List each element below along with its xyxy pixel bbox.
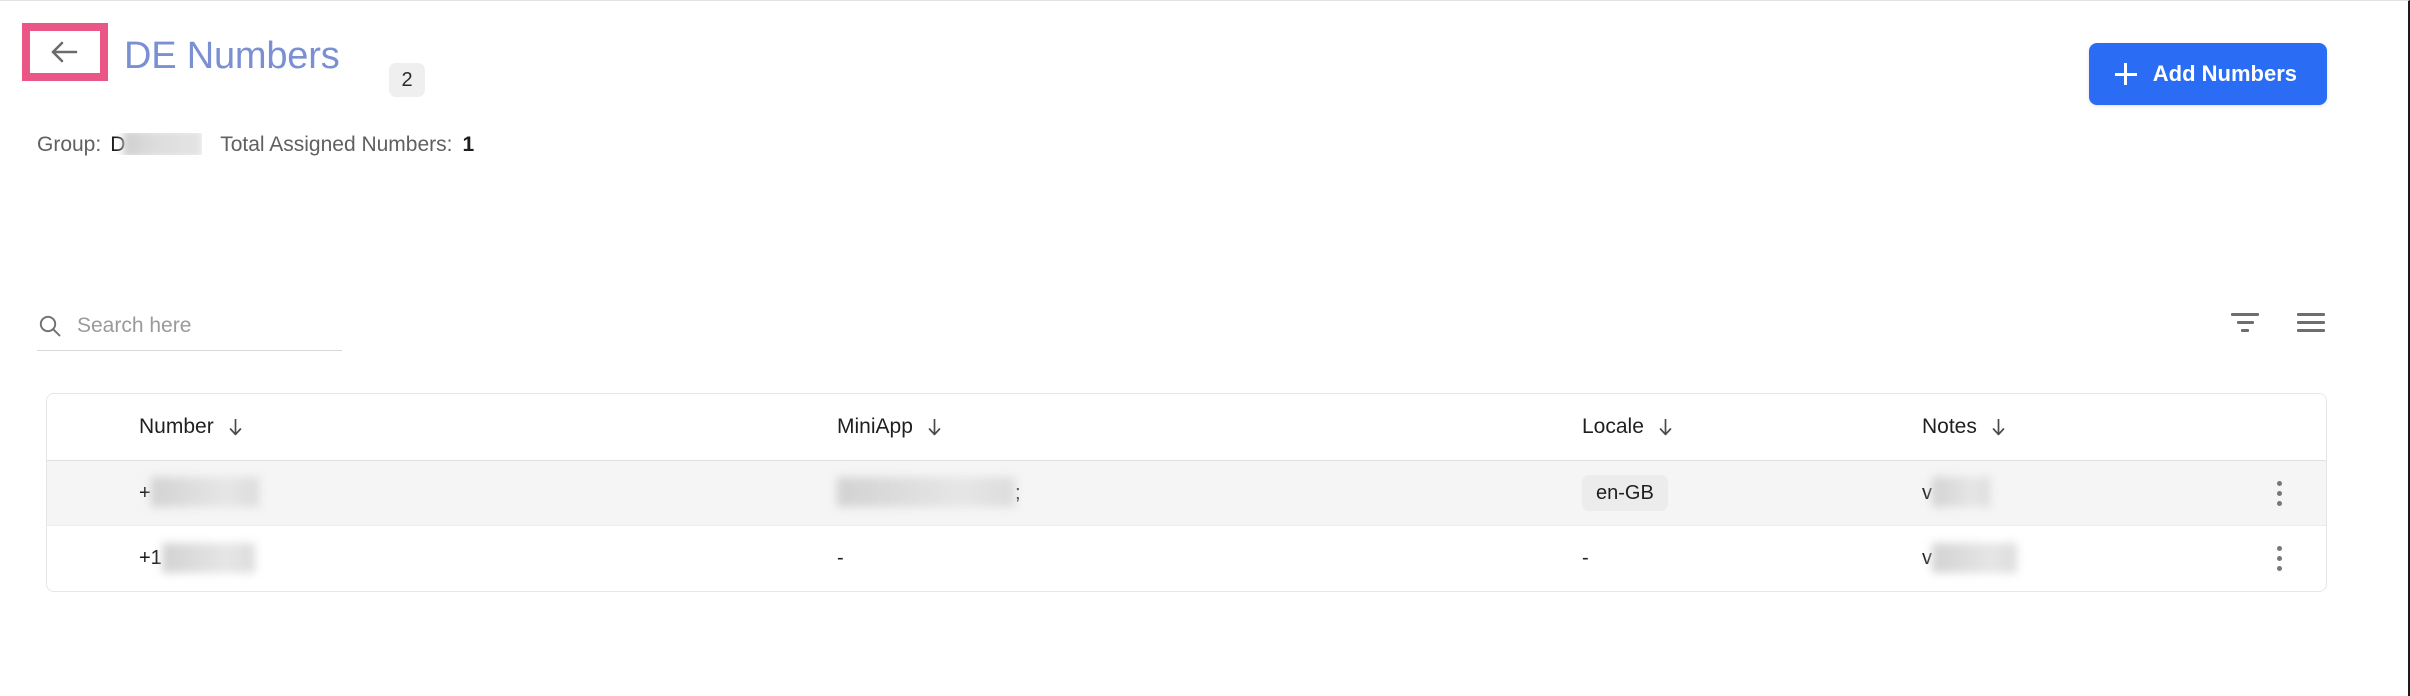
cell-notes: v [1922,542,2252,573]
column-header-miniapp[interactable]: MiniApp [837,415,1582,439]
arrow-down-icon [227,417,244,437]
number-redacted [161,542,255,573]
number-redacted [150,477,259,507]
column-header-miniapp-label: MiniApp [837,415,913,438]
numbers-page: DE Numbers 2 Add Numbers Group: D Total … [0,0,2410,696]
search-icon [37,313,63,339]
cell-miniapp: ; [837,477,1582,507]
table-header-row: Number MiniApp Locale Notes [47,394,2326,461]
cell-actions [2252,541,2326,577]
cell-miniapp: - [837,547,1582,570]
kebab-menu-icon[interactable] [2266,541,2292,577]
column-header-notes[interactable]: Notes [1922,415,2252,439]
filter-icon[interactable] [2230,309,2260,335]
arrow-left-icon [48,37,82,67]
column-header-number[interactable]: Number [47,415,837,439]
column-header-notes-label: Notes [1922,415,1977,438]
page-title: DE Numbers [124,35,340,77]
numbers-table: Number MiniApp Locale Notes + ; en-GB v … [46,393,2327,592]
miniapp-redacted [837,477,1015,507]
number-prefix: + [139,481,151,504]
notes-redacted [1932,542,2017,573]
column-header-number-label: Number [139,415,214,438]
miniapp-value: - [837,547,844,569]
back-button[interactable] [30,31,100,73]
locale-value: - [1582,547,1589,569]
arrow-down-icon [1657,417,1674,437]
cell-number: + [47,477,837,507]
list-view-icon[interactable] [2296,309,2326,335]
cell-locale: - [1582,547,1922,570]
group-meta: Group: D Total Assigned Numbers: 1 [37,133,474,157]
cell-number: +1 [47,542,837,573]
number-prefix: +1 [139,547,162,569]
arrow-down-icon [1990,417,2007,437]
kebab-menu-icon[interactable] [2266,475,2292,511]
notes-prefix: v [1922,481,1932,504]
add-numbers-button[interactable]: Add Numbers [2088,43,2327,105]
column-header-locale[interactable]: Locale [1582,415,1922,439]
table-tools [2230,309,2326,335]
group-label: Group: [37,133,102,156]
total-assigned-label: Total Assigned Numbers: [220,133,453,156]
back-button-highlight [22,23,108,81]
search-bar[interactable] [37,301,342,351]
search-input[interactable] [77,307,327,344]
table-row[interactable]: +1 - - v [47,526,2326,591]
notes-redacted [1932,477,1990,507]
cell-actions [2252,475,2326,511]
cell-notes: v [1922,477,2252,507]
table-row[interactable]: + ; en-GB v [47,461,2326,526]
page-header: DE Numbers 2 Add Numbers [0,19,2410,105]
column-header-locale-label: Locale [1582,415,1644,438]
miniapp-suffix: ; [1015,481,1021,504]
add-numbers-label: Add Numbers [2152,61,2297,86]
locale-chip: en-GB [1582,475,1668,511]
count-badge: 2 [389,63,425,97]
cell-locale: en-GB [1582,475,1922,511]
plus-icon [2114,63,2137,85]
total-assigned-value: 1 [462,133,475,156]
group-value: D [110,133,203,155]
group-value-redaction [123,133,203,155]
arrow-down-icon [926,417,943,437]
notes-prefix: v [1922,547,1932,569]
